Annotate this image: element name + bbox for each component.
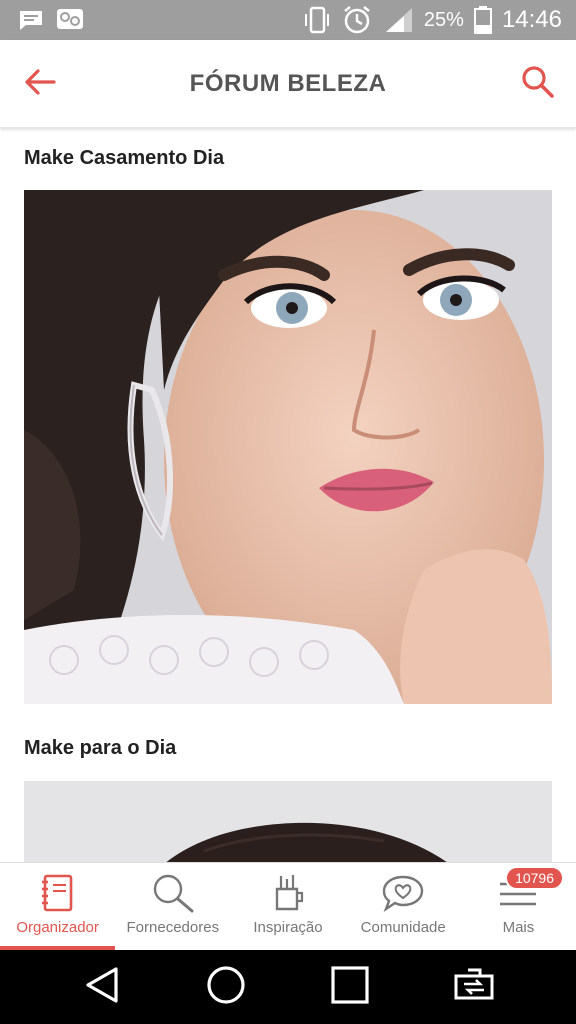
recents-square-icon [330,965,370,1010]
nav-fornecedores[interactable]: Fornecedores [115,863,230,950]
screen-mirror-icon [450,966,498,1009]
system-recents-button[interactable] [320,957,380,1017]
search-button[interactable] [506,52,570,116]
post-title[interactable]: Make para o Dia [0,736,176,760]
alarm-icon [342,5,372,35]
back-triangle-icon [82,965,122,1010]
nav-mais[interactable]: Mais 10796 [461,863,576,950]
nav-comunidade[interactable]: Comunidade [346,863,461,950]
page-title: FÓRUM BELEZA [189,69,387,97]
system-home-button[interactable] [196,957,256,1017]
back-arrow-icon [24,68,56,101]
vibrate-icon [302,5,332,35]
nav-label: Fornecedores [126,919,220,936]
community-heart-icon [382,871,424,915]
bridal-hair-photo[interactable] [24,781,552,862]
nav-organizador[interactable]: Organizador [0,863,116,950]
system-nav-bar [0,950,576,1024]
search-icon [521,65,555,104]
search-icon [152,871,194,915]
system-back-button[interactable] [72,957,132,1017]
screen: 25% 14:46 FÓRUM BELEZA Make Casamento Di… [0,0,576,1024]
battery-icon [473,6,492,34]
post-title[interactable]: Make Casamento Dia [0,146,224,170]
chat-app-icon [56,8,84,32]
nav-label: Inspiração [253,919,323,936]
nav-inspiracao[interactable]: Inspiração [230,863,345,950]
nav-label: Mais [502,919,535,936]
notification-badge: 10796 [505,866,565,890]
nav-label: Comunidade [360,919,446,936]
bridal-makeup-photo[interactable] [24,190,552,704]
system-screen-mirror-button[interactable] [444,957,504,1017]
battery-percent: 25% [423,8,464,31]
planner-icon [41,871,75,915]
status-bar: 25% 14:46 [0,0,576,40]
back-button[interactable] [8,52,72,116]
message-icon [18,9,44,31]
nav-label: Organizador [16,919,99,936]
clock: 14:46 [501,6,562,33]
app-header: FÓRUM BELEZA [0,40,576,128]
home-circle-icon [205,964,247,1011]
bottom-nav: Organizador Fornecedores Inspiração Comu… [0,862,576,950]
signal-icon [382,6,414,34]
post-list[interactable]: Make Casamento Dia Make para o Dia [0,129,576,862]
inspiration-icon [271,871,305,915]
